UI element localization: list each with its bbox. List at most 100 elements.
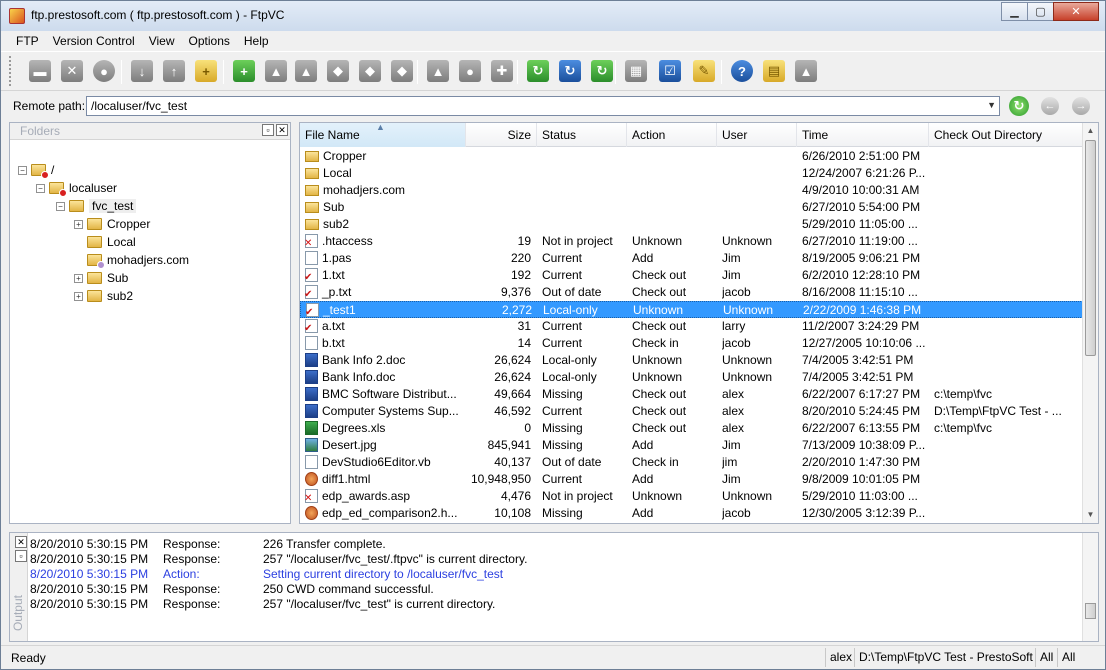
- collapse-icon[interactable]: −: [18, 165, 27, 175]
- remote-path-input[interactable]: /localuser/fvc_test ▼: [86, 96, 1000, 116]
- undo-checkout-button[interactable]: ◆: [325, 58, 351, 84]
- column-status[interactable]: Status: [537, 123, 627, 147]
- scroll-down-icon[interactable]: ▼: [1083, 507, 1098, 523]
- misc-button[interactable]: ▲: [793, 58, 819, 84]
- column-check-out-directory[interactable]: Check Out Directory: [929, 123, 1083, 147]
- toolbar-grip[interactable]: [9, 56, 12, 86]
- tree-item[interactable]: mohadjers.com: [74, 251, 189, 269]
- scroll-thumb[interactable]: [1085, 603, 1096, 619]
- tree-item[interactable]: − localuser: [36, 179, 117, 197]
- cancel-transfer-button[interactable]: ✕: [59, 58, 85, 84]
- minimize-button[interactable]: ▁: [1001, 2, 1028, 21]
- merge-button[interactable]: ✚: [489, 58, 515, 84]
- tree-item[interactable]: − fvc_test: [56, 197, 137, 215]
- output-scrollbar[interactable]: [1082, 533, 1098, 641]
- table-row[interactable]: Bank Info.doc 26,624 Local-only Unknown Unkn…: [300, 369, 1083, 386]
- app-icon[interactable]: [9, 8, 25, 24]
- help-button[interactable]: ?: [729, 58, 755, 84]
- checkin-button[interactable]: ▲: [293, 58, 319, 84]
- file-checkout-directory: c:\temp\fvc: [934, 387, 993, 401]
- folders-button[interactable]: ▤: [761, 58, 787, 84]
- new-folder-button[interactable]: +: [193, 58, 219, 84]
- column-user[interactable]: User: [717, 123, 797, 147]
- chevron-down-icon[interactable]: ▼: [987, 100, 996, 110]
- menu-version-control[interactable]: Version Control: [46, 34, 142, 48]
- get-latest-button[interactable]: ◆: [357, 58, 383, 84]
- refresh-status-button[interactable]: ↻: [557, 58, 583, 84]
- scroll-up-icon[interactable]: ▲: [1083, 123, 1098, 139]
- label-button[interactable]: ▲: [425, 58, 451, 84]
- tree-item[interactable]: + sub2: [74, 287, 133, 305]
- history-button[interactable]: ◆: [389, 58, 415, 84]
- checkout-button[interactable]: ▲: [263, 58, 289, 84]
- collapse-icon[interactable]: −: [56, 201, 65, 211]
- pin-icon[interactable]: ▫: [15, 550, 27, 562]
- table-row[interactable]: Cropper 6/26/2010 2:51:00 PM: [300, 148, 1083, 165]
- checkout-icon: ▲: [265, 60, 287, 82]
- close-button[interactable]: ✕: [1053, 2, 1099, 21]
- expand-icon[interactable]: +: [74, 219, 83, 229]
- table-row[interactable]: ✔ 1.txt 192 Current Check out Jim 6/2/2010 12:…: [300, 267, 1083, 284]
- column-time[interactable]: Time: [797, 123, 929, 147]
- sync-button[interactable]: ↻: [525, 58, 551, 84]
- pin-icon[interactable]: ▫: [262, 124, 274, 136]
- menu-options[interactable]: Options: [182, 34, 237, 48]
- tree-item[interactable]: + Sub: [74, 269, 128, 287]
- menu-ftp[interactable]: FTP: [9, 34, 46, 48]
- table-row[interactable]: 1.pas 220 Current Add Jim 8/19/2005 9:06:21 P…: [300, 250, 1083, 267]
- refresh-button[interactable]: ↻: [589, 58, 615, 84]
- close-icon[interactable]: ✕: [276, 124, 288, 136]
- table-row[interactable]: ✕ edp_awards.asp 4,476 Not in project Unknow…: [300, 488, 1083, 505]
- file-user: Jim: [722, 251, 741, 265]
- table-row[interactable]: DevStudio6Editor.vb 40,137 Out of date Chec…: [300, 454, 1083, 471]
- back-arrow-icon[interactable]: ←: [1041, 97, 1059, 115]
- tree-item[interactable]: + Cropper: [74, 215, 150, 233]
- file-list-scrollbar[interactable]: ▲ ▼: [1082, 123, 1098, 523]
- expand-icon[interactable]: +: [74, 291, 83, 301]
- menu-view[interactable]: View: [142, 34, 182, 48]
- table-row[interactable]: ✔ _p.txt 9,376 Out of date Check out jacob 8/1…: [300, 284, 1083, 301]
- table-row[interactable]: Sub 6/27/2010 5:54:00 PM: [300, 199, 1083, 216]
- refresh-icon[interactable]: ↻: [1009, 96, 1029, 116]
- expand-icon[interactable]: +: [74, 273, 83, 283]
- properties-button[interactable]: ▦: [623, 58, 649, 84]
- tools-button[interactable]: ✎: [691, 58, 717, 84]
- file-size: 4,476: [500, 489, 531, 503]
- menu-help[interactable]: Help: [237, 34, 276, 48]
- close-icon[interactable]: ✕: [15, 536, 27, 548]
- toolbar-separator: [615, 60, 616, 84]
- compare-button[interactable]: ●: [457, 58, 483, 84]
- column-action[interactable]: Action: [627, 123, 717, 147]
- tree-item[interactable]: Local: [74, 233, 136, 251]
- table-row[interactable]: Computer Systems Sup... 46,592 Current Chec…: [300, 403, 1083, 420]
- forward-arrow-icon[interactable]: →: [1072, 97, 1090, 115]
- table-row[interactable]: ✕ .htaccess 19 Not in project Unknown Unknown…: [300, 233, 1083, 250]
- add-file-button[interactable]: +: [231, 58, 257, 84]
- tree-item[interactable]: − /: [18, 161, 54, 179]
- status-filter-1[interactable]: All: [1035, 648, 1057, 667]
- table-row[interactable]: ✔ _test1 2,272 Local-only Unknown Unknown 2/22…: [300, 301, 1083, 318]
- table-row[interactable]: Bank Info 2.doc 26,624 Local-only Unknown Un…: [300, 352, 1083, 369]
- table-row[interactable]: mohadjers.com 4/9/2010 10:00:31 AM: [300, 182, 1083, 199]
- table-row[interactable]: BMC Software Distribut... 49,664 Missing Ch…: [300, 386, 1083, 403]
- table-row[interactable]: b.txt 14 Current Check in jacob 12/27/2005 10…: [300, 335, 1083, 352]
- table-row[interactable]: Degrees.xls 0 Missing Check out alex 6/22/200…: [300, 420, 1083, 437]
- table-row[interactable]: sub2 5/29/2010 11:05:00 ...: [300, 216, 1083, 233]
- download-button[interactable]: ↓: [129, 58, 155, 84]
- table-row[interactable]: Desert.jpg 845,941 Missing Add Jim 7/13/2009 …: [300, 437, 1083, 454]
- table-row[interactable]: ✔ a.txt 31 Current Check out larry 11/2/2007 3…: [300, 318, 1083, 335]
- scroll-thumb[interactable]: [1085, 140, 1096, 356]
- collapse-icon[interactable]: −: [36, 183, 45, 193]
- upload-button[interactable]: ↑: [161, 58, 187, 84]
- column-file-name[interactable]: ▲ File Name: [300, 123, 466, 147]
- table-row[interactable]: Local 12/24/2007 6:21:26 P...: [300, 165, 1083, 182]
- pane-splitter[interactable]: [9, 526, 1099, 530]
- status-filter-2[interactable]: All: [1057, 648, 1079, 667]
- disconnect-button[interactable]: ▬: [27, 58, 53, 84]
- table-row[interactable]: diff1.html 10,948,950 Current Add Jim 9/8/200…: [300, 471, 1083, 488]
- column-size[interactable]: Size: [466, 123, 537, 147]
- maximize-button[interactable]: ▢: [1027, 2, 1054, 21]
- table-row[interactable]: edp_ed_comparison2.h... 10,108 Missing Add j…: [300, 505, 1083, 522]
- stop-button[interactable]: ●: [91, 58, 117, 84]
- project-settings-button[interactable]: ☑: [657, 58, 683, 84]
